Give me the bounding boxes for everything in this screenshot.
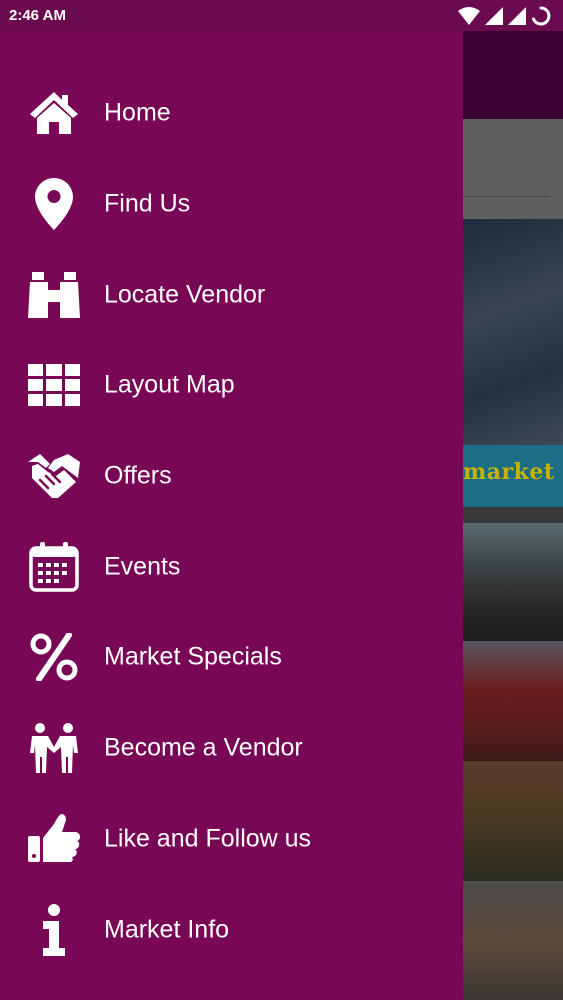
menu-item-market-info[interactable]: Market Info bbox=[0, 884, 463, 975]
thumbs-up-icon bbox=[28, 813, 80, 865]
signal-icon bbox=[485, 7, 503, 25]
background-photo bbox=[463, 881, 563, 1000]
handshake-icon bbox=[28, 450, 80, 502]
menu-item-like-and-follow[interactable]: Like and Follow us bbox=[0, 794, 463, 885]
menu-item-locate-vendor[interactable]: Locate Vendor bbox=[0, 249, 463, 340]
menu-item-offers[interactable]: Offers bbox=[0, 431, 463, 522]
menu-item-layout-map[interactable]: Layout Map bbox=[0, 340, 463, 431]
background-search-underline bbox=[463, 196, 551, 197]
background-toolbar bbox=[463, 31, 563, 119]
menu-item-label: Locate Vendor bbox=[104, 280, 266, 309]
drawer-menu: Home Find Us Locate Vendor Layout Map Of… bbox=[0, 68, 463, 975]
wifi-icon bbox=[458, 7, 480, 25]
menu-item-label: Events bbox=[104, 552, 181, 581]
menu-item-label: Find Us bbox=[104, 189, 191, 218]
percent-icon bbox=[28, 631, 80, 683]
signal-icon bbox=[508, 7, 526, 25]
loading-icon bbox=[531, 6, 551, 26]
grid-icon bbox=[28, 359, 80, 411]
people-icon bbox=[28, 722, 80, 774]
calendar-icon bbox=[28, 541, 80, 593]
menu-item-events[interactable]: Events bbox=[0, 521, 463, 612]
background-divider bbox=[463, 507, 563, 523]
status-time: 2:46 AM bbox=[9, 7, 66, 24]
menu-item-label: Offers bbox=[104, 461, 172, 490]
menu-item-label: Layout Map bbox=[104, 370, 235, 399]
menu-item-find-us[interactable]: Find Us bbox=[0, 159, 463, 250]
status-bar: 2:46 AM bbox=[0, 0, 563, 31]
menu-item-become-a-vendor[interactable]: Become a Vendor bbox=[0, 703, 463, 794]
menu-item-label: Home bbox=[104, 98, 171, 127]
location-pin-icon bbox=[28, 178, 80, 231]
background-search-area bbox=[463, 119, 563, 219]
background-banner: market bbox=[463, 445, 563, 507]
background-photo bbox=[463, 523, 563, 641]
binoculars-icon bbox=[28, 269, 80, 321]
home-icon bbox=[28, 87, 80, 139]
menu-item-label: Like and Follow us bbox=[104, 824, 312, 853]
menu-item-label: Market Info bbox=[104, 915, 230, 944]
menu-item-home[interactable]: Home bbox=[0, 68, 463, 159]
menu-item-label: Become a Vendor bbox=[104, 733, 303, 762]
menu-item-label: Market Specials bbox=[104, 642, 282, 671]
background-photo bbox=[463, 219, 563, 445]
navigation-drawer: Home Find Us Locate Vendor Layout Map Of… bbox=[0, 31, 463, 1000]
background-banner-text: market bbox=[463, 459, 555, 485]
info-icon bbox=[28, 903, 80, 956]
background-photo bbox=[463, 641, 563, 761]
background-photo bbox=[463, 761, 563, 881]
status-icons bbox=[458, 6, 551, 26]
menu-item-market-specials[interactable]: Market Specials bbox=[0, 612, 463, 703]
